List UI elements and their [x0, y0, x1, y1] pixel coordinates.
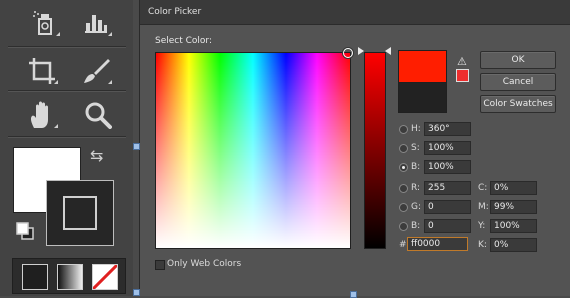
zoom-icon[interactable] [80, 100, 116, 130]
magenta-input[interactable]: 99% [490, 200, 537, 214]
gamut-correction-swatch[interactable] [456, 69, 469, 82]
bounding-box-handle[interactable] [133, 143, 140, 150]
hand-icon[interactable] [24, 100, 60, 130]
hue-label: H: [411, 124, 421, 134]
new-color-preview [398, 50, 447, 83]
dialog-title: Color Picker [148, 7, 202, 17]
green-label: G: [411, 202, 422, 212]
default-colors-icon[interactable] [16, 222, 34, 240]
blue-input[interactable]: 0 [424, 219, 471, 233]
only-web-colors-checkbox[interactable] [155, 260, 165, 270]
brush-icon[interactable] [78, 56, 114, 86]
slider-right-arrow-icon[interactable] [385, 47, 391, 55]
histogram-icon[interactable] [78, 8, 114, 38]
hue-radio[interactable] [399, 125, 408, 134]
gradient-mode-icon[interactable] [57, 264, 83, 290]
current-color-preview[interactable] [398, 82, 447, 113]
hex-label: # [399, 240, 407, 250]
green-input[interactable]: 0 [424, 200, 471, 214]
standard-mode-icon[interactable] [22, 264, 48, 290]
color-field[interactable] [155, 52, 351, 249]
green-radio[interactable] [399, 203, 408, 212]
tools-panel: ⇆ [0, 0, 133, 296]
red-label: R: [411, 183, 421, 193]
mode-buttons [12, 258, 126, 294]
saturation-radio[interactable] [399, 144, 408, 153]
hex-input[interactable]: ff0000 [407, 237, 468, 251]
out-of-gamut-warning-icon[interactable]: ⚠ [457, 55, 467, 68]
crop-icon[interactable] [24, 56, 60, 86]
brightness-radio[interactable] [399, 163, 408, 172]
brightness-label: B: [411, 162, 421, 172]
yellow-input[interactable]: 100% [490, 219, 537, 233]
no-color-icon[interactable] [92, 264, 118, 290]
background-color-swatch[interactable] [46, 180, 114, 246]
color-swatches-button[interactable]: Color Swatches [480, 95, 556, 113]
brightness-input[interactable]: 100% [424, 160, 471, 174]
spray-bottle-icon[interactable] [26, 8, 62, 38]
bounding-box-handle[interactable] [350, 291, 357, 298]
blue-radio[interactable] [399, 222, 408, 231]
brightness-slider[interactable] [364, 52, 386, 249]
bounding-box-handle[interactable] [133, 289, 140, 296]
red-radio[interactable] [399, 184, 408, 193]
swap-colors-icon[interactable]: ⇆ [90, 146, 103, 165]
saturation-label: S: [411, 143, 420, 153]
red-input[interactable]: 255 [424, 181, 471, 195]
hue-input[interactable]: 360° [424, 122, 471, 136]
color-picker-dialog: Color Picker Select Color: ⚠ OK Cancel C… [139, 0, 570, 296]
dialog-titlebar[interactable]: Color Picker [140, 0, 570, 25]
ok-button[interactable]: OK [480, 51, 556, 69]
color-field-marker[interactable] [343, 48, 353, 58]
cyan-label: C: [478, 183, 488, 193]
select-color-label: Select Color: [155, 36, 212, 46]
magenta-label: M: [478, 202, 489, 212]
background-color-frame [63, 196, 97, 230]
cancel-button[interactable]: Cancel [480, 73, 556, 91]
cyan-input[interactable]: 0% [490, 181, 537, 195]
only-web-colors-label: Only Web Colors [167, 259, 242, 269]
blue-label: B: [411, 221, 421, 231]
black-label: K: [478, 240, 487, 250]
saturation-input[interactable]: 100% [424, 141, 471, 155]
black-input[interactable]: 0% [490, 238, 537, 252]
yellow-label: Y: [478, 221, 486, 231]
